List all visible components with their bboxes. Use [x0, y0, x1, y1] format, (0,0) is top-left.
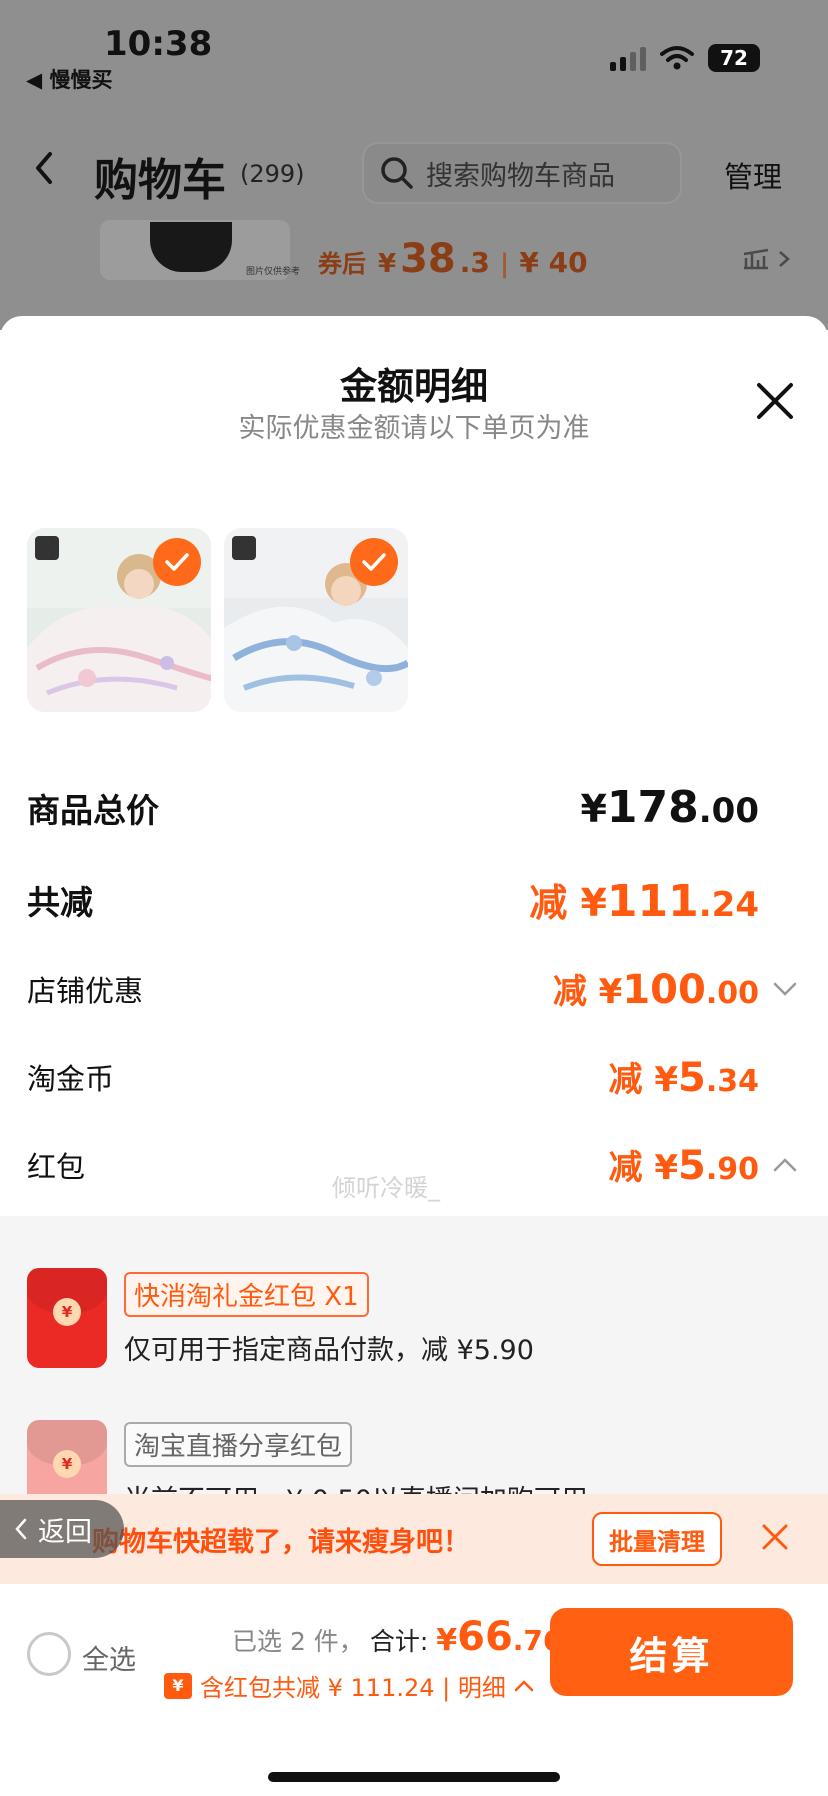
status-time: 10:38	[104, 24, 213, 64]
chevron-up-icon[interactable]	[773, 1157, 797, 1172]
taojinbi-amount: 减 ¥ 5 .34	[609, 1052, 798, 1101]
return-label: 返回	[38, 1516, 92, 1548]
price-decimal: .3	[459, 246, 490, 279]
chevron-up-icon	[514, 1679, 534, 1691]
red-packet-icon: ¥	[27, 1420, 107, 1494]
status-back-app[interactable]: ◀ 慢慢买	[26, 64, 112, 94]
image-note: 图片仅供参考	[246, 267, 301, 277]
amount-integer: 178	[606, 782, 699, 833]
currency-symbol: ¥	[580, 787, 607, 831]
currency-symbol: ¥	[436, 1623, 458, 1658]
status-indicators: 72	[610, 44, 760, 72]
amount-decimal: .00	[705, 976, 759, 1011]
red-packet-tag: 淘宝直播分享红包	[124, 1422, 353, 1467]
selected-check-icon[interactable]	[153, 538, 201, 586]
amount-integer: 111	[606, 876, 699, 927]
sheet-title: 金额明细	[340, 365, 488, 408]
wifi-icon	[660, 46, 694, 70]
close-icon[interactable]	[760, 1522, 790, 1552]
red-packet-list: ¥ 快消淘礼金红包 X1 仅可用于指定商品付款，减 ¥5.90 ¥ 淘宝直播分享…	[0, 1216, 828, 1494]
red-packet-amount: 减 ¥ 5 .90	[609, 1140, 798, 1189]
amount-decimal: .34	[705, 1064, 759, 1099]
discount-badge-icon: ¥	[164, 1672, 192, 1699]
total-price-amount: ¥ 178 .00	[580, 782, 797, 833]
batch-clean-button[interactable]: 批量清理	[592, 1512, 722, 1566]
background-cart-page: 10:38 ◀ 慢慢买 72 购物车 (299) 搜索购物车商品 管理 图片仅供…	[0, 0, 828, 330]
search-input[interactable]: 搜索购物车商品	[362, 142, 682, 204]
amount-decimal: .90	[705, 1152, 759, 1187]
checkout-button[interactable]: 结算	[550, 1608, 793, 1696]
reduction-prefix: 减 ¥	[552, 972, 623, 1012]
order-summary: 已选 2 件， 合计: ¥ 66 .76	[232, 1614, 562, 1660]
search-placeholder: 搜索购物车商品	[426, 160, 615, 192]
page-title: 购物车	[94, 155, 226, 206]
amount-integer: 5	[678, 1143, 706, 1189]
select-all-label[interactable]: 全选	[82, 1638, 136, 1677]
original-price: ¥ 40	[519, 246, 588, 279]
total-price-row: 商品总价 ¥ 178 .00	[27, 782, 797, 833]
product-thumbnail[interactable]	[27, 528, 211, 712]
back-arrow-icon[interactable]	[30, 148, 60, 188]
total-price-value: ¥ 178 .00	[580, 782, 759, 833]
total-label: 合计:	[369, 1627, 429, 1656]
after-coupon-label: 券后	[318, 250, 366, 278]
search-icon	[381, 157, 413, 189]
coin-icon: ¥	[53, 1450, 81, 1478]
reduction-prefix: 减 ¥	[529, 881, 607, 925]
product-price: 券后 ¥ 38 .3 | ¥ 40	[318, 236, 588, 282]
product-image-item	[150, 222, 232, 272]
close-icon[interactable]	[754, 380, 796, 422]
checkout-bar: 全选 已选 2 件， 合计: ¥ 66 .76 ¥ 含红包共减 ¥ 111.24…	[0, 1584, 828, 1796]
total-price-label: 商品总价	[27, 790, 159, 830]
amount-decimal: .24	[698, 885, 759, 925]
red-packet-label: 红包	[27, 1149, 86, 1184]
cart-overload-banner: 购物车快超载了，请来瘦身吧！ 批量清理	[0, 1494, 828, 1584]
total-reduction-value: 减 ¥ 111 .24	[529, 872, 759, 927]
red-packet-icon: ¥	[27, 1268, 107, 1368]
price-currency: ¥	[378, 249, 397, 279]
chevron-left-icon	[15, 1518, 27, 1540]
chevron-down-icon[interactable]	[773, 982, 797, 996]
red-packet-desc: 当前不可用，¥ 0.50以直播间加购可用	[124, 1478, 588, 1494]
amount-decimal: .00	[698, 791, 759, 831]
reduction-prefix: 减 ¥	[608, 1148, 679, 1188]
red-packet-value: 减 ¥ 5 .90	[609, 1140, 760, 1189]
select-all-radio[interactable]	[27, 1632, 71, 1676]
discount-text: 含红包共减 ¥ 111.24 | 明细	[200, 1674, 506, 1702]
reduction-prefix: 减 ¥	[608, 1060, 679, 1100]
total-reduction-amount: 减 ¥ 111 .24	[529, 872, 797, 927]
amount-integer: 100	[622, 967, 706, 1013]
selected-count: 已选 2 件，	[232, 1627, 364, 1656]
red-packet-desc: 仅可用于指定商品付款，减 ¥5.90	[124, 1335, 534, 1366]
discount-detail-link[interactable]: ¥ 含红包共减 ¥ 111.24 | 明细	[164, 1668, 534, 1703]
return-button[interactable]: 返回	[0, 1500, 124, 1558]
signal-icon	[610, 45, 646, 71]
coin-icon: ¥	[53, 1298, 81, 1326]
taojinbi-row: 淘金币 减 ¥ 5 .34	[27, 1052, 797, 1101]
shop-discount-row[interactable]: 店铺优惠 减 ¥ 100 .00	[27, 964, 797, 1013]
product-thumbnail[interactable]	[224, 528, 408, 712]
total-reduction-row: 共减 减 ¥ 111 .24	[27, 872, 797, 927]
battery-icon: 72	[708, 44, 760, 72]
total-amount: ¥ 66 .76	[436, 1614, 562, 1660]
cart-count: (299)	[240, 160, 305, 188]
price-integer: 38	[400, 236, 456, 282]
amount-integer: 5	[678, 1055, 706, 1101]
shop-discount-label: 店铺优惠	[27, 973, 144, 1008]
taojinbi-label: 淘金币	[27, 1061, 115, 1096]
taojinbi-value: 减 ¥ 5 .34	[609, 1052, 760, 1101]
red-packet-row[interactable]: 红包 减 ¥ 5 .90	[27, 1140, 797, 1189]
home-indicator	[268, 1772, 560, 1782]
total-reduction-label: 共减	[27, 882, 93, 922]
shop-discount-value: 减 ¥ 100 .00	[553, 964, 759, 1013]
sheet-subtitle: 实际优惠金额请以下单页为准	[238, 413, 590, 444]
selected-check-icon[interactable]	[350, 538, 398, 586]
price-divider: |	[499, 249, 510, 279]
shop-discount-amount: 减 ¥ 100 .00	[553, 964, 797, 1013]
price-trend-icon[interactable]	[740, 246, 796, 272]
manage-button[interactable]: 管理	[724, 154, 782, 196]
red-packet-tag: 快消淘礼金红包 X1	[124, 1272, 369, 1317]
banner-text: 购物车快超载了，请来瘦身吧！	[92, 1527, 470, 1558]
amount-integer: 66	[457, 1614, 513, 1660]
